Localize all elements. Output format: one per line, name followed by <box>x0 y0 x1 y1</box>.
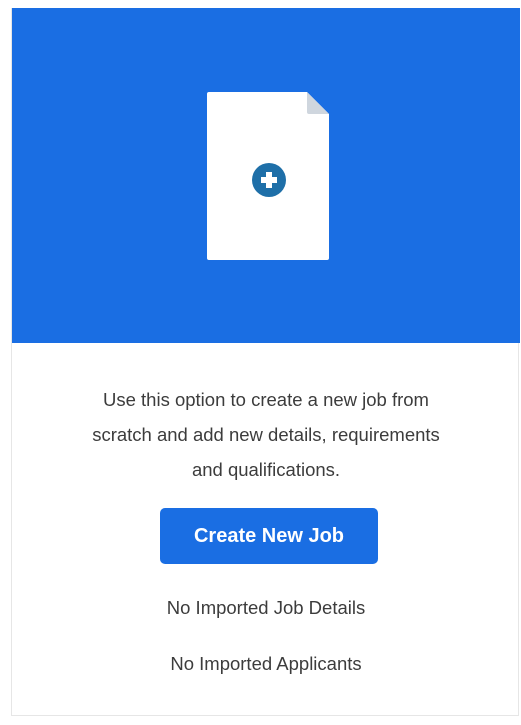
document-plus-icon <box>207 92 329 260</box>
create-new-job-button[interactable]: Create New Job <box>160 508 378 564</box>
description-line: and qualifications. <box>191 459 341 480</box>
description-line: scratch and add new details, requirement… <box>92 424 440 445</box>
option-description: Use this option to create a new job from… <box>12 382 520 487</box>
imported-applicants-status: No Imported Applicants <box>170 653 362 674</box>
imported-job-details-status: No Imported Job Details <box>166 597 366 618</box>
hero-banner <box>12 8 520 343</box>
description-line: Use this option to create a new job from <box>103 389 429 410</box>
create-job-card: Use this option to create a new job from… <box>11 8 520 716</box>
